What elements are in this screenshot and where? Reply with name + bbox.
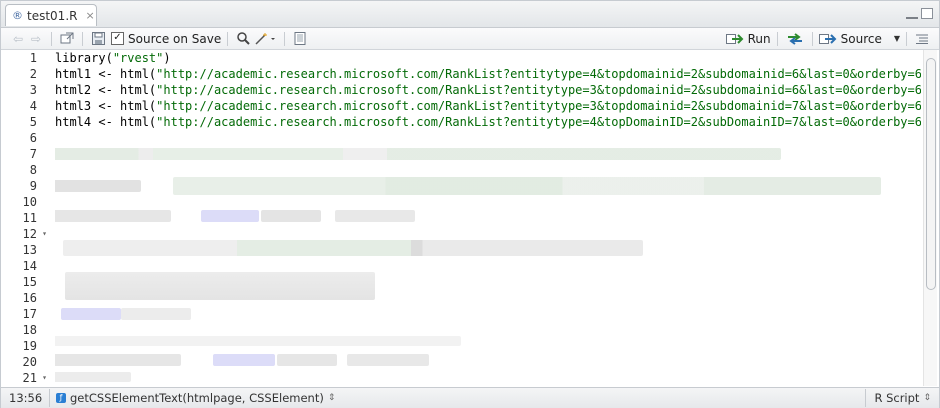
line-number: 4 — [29, 99, 37, 113]
run-label: Run — [747, 31, 771, 46]
status-bar: 13:56 ƒ getCSSElementText(htmlpage, CSSE… — [1, 387, 939, 408]
line-number: 9 — [29, 179, 37, 193]
toolbar-separator — [51, 31, 52, 46]
blurred-code — [55, 210, 171, 222]
code-line: library("rvest") — [55, 51, 171, 65]
line-number-fold[interactable]: 12 ▾ — [1, 226, 49, 242]
blurred-code — [65, 272, 375, 300]
line-number: 2 — [29, 67, 37, 81]
back-arrow-icon[interactable]: ⇦ — [9, 29, 27, 49]
blurred-code — [261, 210, 321, 222]
editor-window: ® test01.R × ⇦ ⇨ ✓ Source on Save Run So… — [0, 0, 940, 408]
save-icon[interactable] — [89, 29, 107, 49]
tab-close-icon[interactable]: × — [85, 9, 94, 22]
function-navigator[interactable]: ƒ getCSSElementText(htmlpage, CSSElement… — [49, 389, 335, 407]
r-file-icon: ® — [12, 9, 23, 22]
line-number: 3 — [29, 83, 37, 97]
vertical-scrollbar[interactable] — [923, 50, 937, 386]
blurred-code — [55, 372, 131, 382]
checkbox-icon: ✓ — [111, 32, 124, 45]
line-number: 14 — [22, 259, 37, 273]
source-dropdown-icon[interactable]: ▼ — [894, 34, 900, 43]
line-number: 5 — [29, 115, 37, 129]
line-number: 6 — [29, 131, 37, 145]
blurred-code — [55, 354, 181, 366]
line-number: 13 — [22, 243, 37, 257]
blurred-code — [213, 354, 275, 366]
source-on-save-label: Source on Save — [128, 31, 222, 46]
line-number: 8 — [29, 163, 37, 177]
updown-chevron-icon: ⇕ — [923, 393, 931, 403]
blurred-code — [61, 308, 121, 320]
blurred-code — [121, 308, 191, 320]
file-type-label: R Script — [874, 391, 920, 405]
toolbar-separator — [906, 31, 907, 46]
magic-wand-icon[interactable] — [252, 29, 278, 49]
code-editor[interactable]: library("rvest") html1 <- html("http://a… — [55, 50, 921, 386]
scrollbar-thumb[interactable] — [926, 58, 936, 290]
blurred-code — [201, 210, 259, 222]
tab-test01[interactable]: ® test01.R × — [5, 4, 97, 26]
blurred-code — [55, 336, 461, 346]
compile-notebook-icon[interactable] — [291, 29, 309, 49]
toolbar-separator — [811, 31, 813, 46]
line-number: 11 — [22, 211, 37, 225]
tab-bar: ® test01.R × — [1, 1, 939, 28]
line-number: 17 — [22, 307, 37, 321]
line-number: 1 — [29, 51, 37, 65]
minimize-pane-icon[interactable] — [906, 8, 918, 19]
line-number: 7 — [29, 147, 37, 161]
rerun-icon[interactable] — [784, 29, 806, 49]
document-outline-icon[interactable] — [913, 29, 931, 49]
tab-title: test01.R — [27, 8, 78, 23]
source-label: Source — [840, 31, 882, 46]
blurred-code — [55, 148, 781, 160]
blurred-code — [347, 354, 429, 366]
blurred-code — [335, 210, 415, 222]
line-number: 20 — [22, 355, 37, 369]
updown-chevron-icon: ⇕ — [327, 393, 336, 403]
toolbar-separator — [227, 31, 229, 46]
line-number: 18 — [22, 323, 37, 337]
line-number: 19 — [22, 339, 37, 353]
fold-arrow-icon[interactable]: ▾ — [42, 370, 47, 386]
line-number: 21 — [22, 371, 37, 385]
maximize-pane-icon[interactable] — [921, 8, 933, 19]
run-arrow-icon — [725, 33, 744, 44]
source-on-save-checkbox[interactable]: ✓ Source on Save — [111, 29, 221, 49]
line-number: 15 — [22, 275, 37, 289]
toolbar-separator — [776, 31, 778, 46]
blurred-code — [63, 240, 643, 256]
blurred-code — [173, 177, 881, 195]
editor-toolbar: ⇦ ⇨ ✓ Source on Save Run Source ▼ — [1, 28, 939, 50]
source-button[interactable]: Source ▼ — [818, 29, 900, 49]
code-line: html4 <- html("http://academic.research.… — [55, 115, 921, 129]
file-type-selector[interactable]: R Script ⇕ — [865, 389, 931, 407]
source-arrow-icon — [818, 33, 837, 44]
line-number-fold[interactable]: 21 ▾ — [1, 370, 49, 386]
code-line: html3 <- html("http://academic.research.… — [55, 99, 921, 113]
line-number-gutter: 1 2 3 4 5 6 7 8 9 10 11 12 ▾ 13 14 15 16 … — [1, 50, 49, 386]
line-number: 12 — [22, 227, 37, 241]
blurred-code — [55, 180, 141, 192]
function-icon: ƒ — [56, 393, 66, 403]
cursor-position: 13:56 — [9, 391, 43, 405]
show-in-window-icon[interactable] — [58, 29, 76, 49]
toolbar-separator — [284, 31, 286, 46]
run-button[interactable]: Run — [725, 29, 771, 49]
code-line: html2 <- html("http://academic.research.… — [55, 83, 921, 97]
forward-arrow-icon[interactable]: ⇨ — [27, 29, 45, 49]
code-line: html1 <- html("http://academic.research.… — [55, 67, 921, 81]
line-number: 10 — [22, 195, 37, 209]
search-icon[interactable] — [234, 29, 252, 49]
blurred-code — [277, 354, 337, 366]
current-function: getCSSElementText(htmlpage, CSSElement) — [70, 391, 324, 405]
toolbar-separator — [82, 31, 83, 46]
line-number: 16 — [22, 291, 37, 305]
fold-arrow-icon[interactable]: ▾ — [42, 226, 47, 242]
